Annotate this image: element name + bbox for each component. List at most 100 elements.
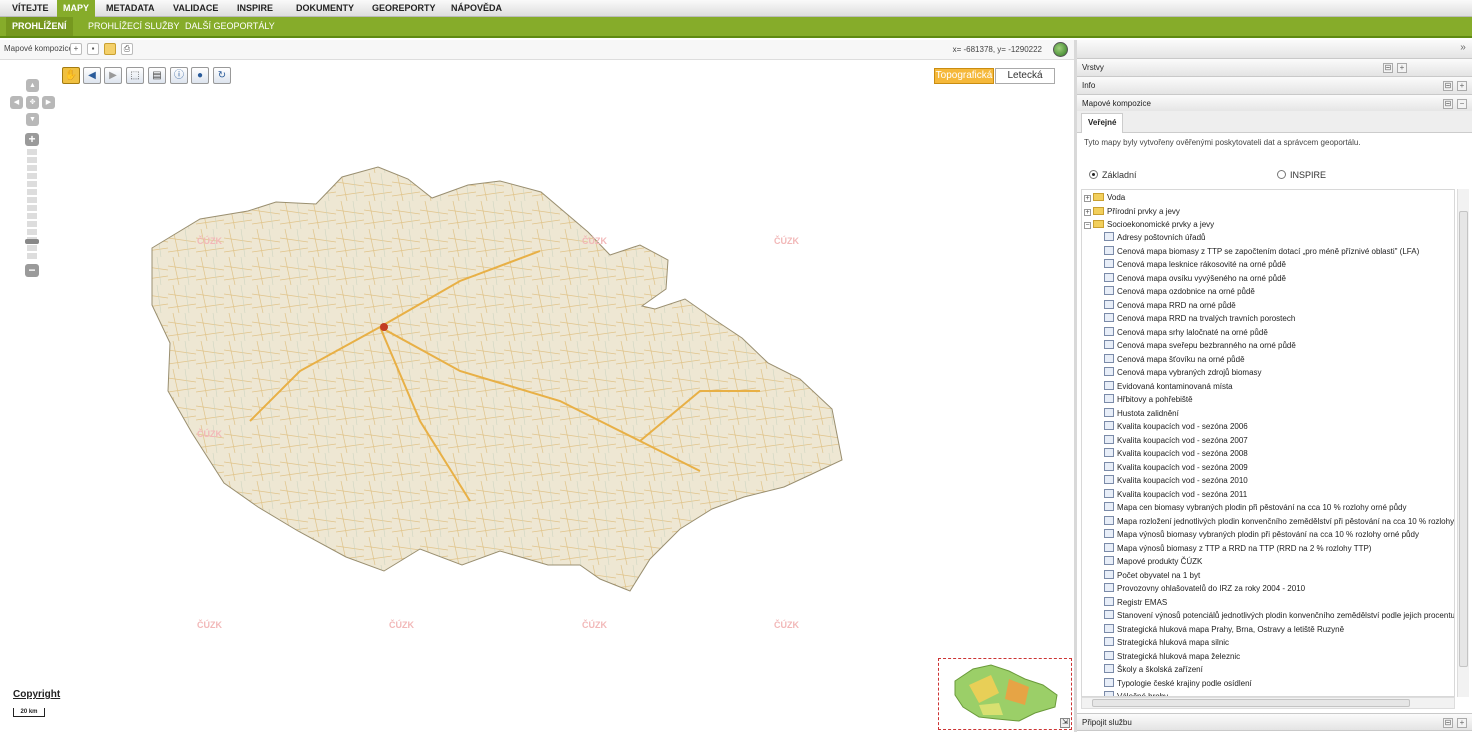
- map-composition-icon: [1104, 542, 1114, 552]
- tree-item[interactable]: Válečné hroby: [1104, 690, 1168, 696]
- tree-item[interactable]: Cenová mapa šťovíku na orné půdě: [1104, 353, 1245, 366]
- expand-icon[interactable]: +: [1397, 63, 1407, 73]
- expand-icon[interactable]: +: [1457, 718, 1467, 728]
- map-composition-icon: [1104, 340, 1114, 349]
- tree-item-label: Cenová mapa RRD na orné půdě: [1117, 300, 1236, 310]
- map-composition-icon: [1104, 596, 1114, 606]
- tree-item[interactable]: Mapa výnosů biomasy vybraných plodin při…: [1104, 528, 1419, 541]
- expand-icon[interactable]: +: [1084, 195, 1091, 202]
- resize-icon[interactable]: ⇲: [1060, 718, 1070, 728]
- collapse-icon[interactable]: −: [1457, 99, 1467, 109]
- open-folder-icon[interactable]: [104, 43, 116, 55]
- tree-item[interactable]: Mapové produkty ČÚZK: [1104, 555, 1202, 568]
- print-icon[interactable]: ⎙: [121, 43, 133, 55]
- tree-item[interactable]: Kvalita koupacích vod - sezóna 2006: [1104, 420, 1248, 433]
- subnav-prohlizeni[interactable]: PROHLÍŽENÍ: [6, 17, 73, 36]
- tab-verejne[interactable]: Veřejné: [1081, 113, 1124, 133]
- tree-item[interactable]: Cenová mapa vybraných zdrojů biomasy: [1104, 366, 1262, 379]
- tree-item[interactable]: Kvalita koupacích vod - sezóna 2011: [1104, 488, 1247, 501]
- nav-georeporty[interactable]: GEOREPORTY: [366, 0, 442, 17]
- tree-item[interactable]: Hustota zalidnění: [1104, 407, 1179, 420]
- tree-item-label: Počet obyvatel na 1 byt: [1117, 570, 1201, 580]
- radio-inspire[interactable]: INSPIRE: [1277, 170, 1326, 180]
- tree-item[interactable]: Cenová mapa RRD na orné půdě: [1104, 299, 1236, 312]
- layers-header[interactable]: Vrstvy ⊟ +: [1077, 59, 1472, 77]
- tree-item-label: Mapa výnosů biomasy z TTP a RRD na TTP (…: [1117, 543, 1372, 553]
- tree-item-label: Kvalita koupacích vod - sezóna 2006: [1117, 422, 1248, 431]
- tree-item[interactable]: Strategická hluková mapa železnic: [1104, 650, 1240, 663]
- tree-item[interactable]: Stanovení výnosů potenciálů jednotlivých…: [1104, 609, 1454, 622]
- tree-item[interactable]: Hřbitovy a pohřebiště: [1104, 393, 1193, 406]
- globe-icon[interactable]: [1053, 42, 1068, 57]
- nav-validace[interactable]: VALIDACE: [167, 0, 224, 17]
- tree-item[interactable]: Typologie české krajiny podle osídlení: [1104, 677, 1252, 690]
- overview-map[interactable]: ⇲: [938, 658, 1072, 730]
- map-composition-icon: [1104, 232, 1114, 241]
- collapse-icon[interactable]: −: [1084, 222, 1091, 229]
- nav-napoveda[interactable]: NÁPOVĚDA: [445, 0, 508, 17]
- tree-item[interactable]: Cenová mapa biomasy z TTP se započtením …: [1104, 245, 1419, 258]
- map-composition-icon: [1104, 677, 1114, 687]
- tree-item[interactable]: Cenová mapa ozdobnice na orné půdě: [1104, 285, 1255, 298]
- tree-item[interactable]: Počet obyvatel na 1 byt: [1104, 569, 1200, 582]
- map-composition-icon: [1104, 421, 1114, 430]
- tree-folder[interactable]: + Voda: [1084, 191, 1125, 204]
- tree-item[interactable]: Kvalita koupacích vod - sezóna 2009: [1104, 461, 1248, 474]
- tree-item-label: Strategická hluková mapa Prahy, Brna, Os…: [1117, 624, 1345, 634]
- tree-item[interactable]: Strategická hluková mapa Prahy, Brna, Os…: [1104, 623, 1344, 636]
- tree-item[interactable]: Provozovny ohlašovatelů do IRZ za roky 2…: [1104, 582, 1305, 595]
- nav-dokumenty[interactable]: DOKUMENTY: [290, 0, 360, 17]
- tree-item[interactable]: Mapa výnosů biomasy z TTP a RRD na TTP (…: [1104, 542, 1371, 555]
- tree-item-label: Adresy poštovních úřadů: [1117, 233, 1206, 242]
- expand-icon[interactable]: +: [1084, 208, 1091, 216]
- tree-vertical-scrollbar[interactable]: [1457, 189, 1469, 697]
- tree-folder-label: Přírodní prvky a jevy: [1107, 206, 1180, 216]
- tree-item[interactable]: Kvalita koupacích vod - sezóna 2010: [1104, 474, 1248, 487]
- composition-tree[interactable]: + Voda + Přírodní prvky a jevy − Socioekonomi…: [1081, 189, 1455, 697]
- tree-item[interactable]: Mapa cen biomasy vybraných plodin při pě…: [1104, 501, 1407, 514]
- map-composition-icon: [1104, 556, 1114, 565]
- tree-item[interactable]: Cenová mapa ovsíku vyvýšeného na orné pů…: [1104, 272, 1286, 285]
- subnav-prohlizeci-sluzby[interactable]: PROHLÍŽECÍ SLUŽBY: [88, 17, 180, 36]
- pin-icon[interactable]: ⊟: [1443, 81, 1453, 91]
- map-composition-icon: [1104, 407, 1114, 417]
- tree-item[interactable]: Adresy poštovních úřadů: [1104, 231, 1206, 244]
- map-composition-icon: [1104, 272, 1114, 282]
- connect-service-header[interactable]: Připojit službu ⊟ +: [1077, 713, 1472, 731]
- tree-item-label: Strategická hluková mapa železnic: [1117, 651, 1241, 661]
- map-canvas[interactable]: ✋ ◀ ▶ ⬚ ▤ ⓘ ● ↻ ▲ ◀ ✥ ▶ ▼ + − Topografic…: [0, 61, 1074, 732]
- tree-item[interactable]: Cenová mapa srhy laločnaté na orné půdě: [1104, 326, 1268, 339]
- map-composition-icon: [1104, 664, 1114, 673]
- nav-vitejte[interactable]: VÍTEJTE: [6, 0, 55, 17]
- pin-icon[interactable]: ⊟: [1443, 99, 1453, 109]
- tree-item[interactable]: Evidovaná kontaminovaná místa: [1104, 380, 1233, 393]
- copyright-link[interactable]: Copyright: [13, 689, 60, 700]
- expand-icon[interactable]: +: [1457, 81, 1467, 91]
- tree-horizontal-scrollbar[interactable]: [1081, 697, 1455, 709]
- nav-metadata[interactable]: METADATA: [100, 0, 161, 17]
- tree-folder[interactable]: + Přírodní prvky a jevy: [1084, 205, 1180, 218]
- tree-item[interactable]: Školy a školská zařízení: [1104, 663, 1203, 676]
- tree-item[interactable]: Mapa rozložení jednotlivých plodin konve…: [1104, 515, 1454, 528]
- collapse-panel-icon[interactable]: »: [1458, 43, 1468, 54]
- tree-folder[interactable]: − Socioekonomické prvky a jevy: [1084, 218, 1214, 231]
- tree-item[interactable]: Registr EMAS: [1104, 596, 1167, 609]
- info-header[interactable]: Info ⊟ +: [1077, 77, 1472, 95]
- tree-item[interactable]: Kvalita koupacích vod - sezóna 2008: [1104, 447, 1248, 460]
- subnav-dalsi-geoportaly[interactable]: DALŠÍ GEOPORTÁLY: [185, 17, 275, 36]
- pin-icon[interactable]: ⊟: [1443, 718, 1453, 728]
- nav-mapy[interactable]: MAPY: [57, 0, 96, 17]
- save-icon[interactable]: ▪: [87, 43, 99, 55]
- tree-item[interactable]: Strategická hluková mapa silnic: [1104, 636, 1229, 649]
- new-composition-icon[interactable]: +: [70, 43, 82, 55]
- radio-zakladni[interactable]: Základní: [1089, 170, 1137, 180]
- pin-icon[interactable]: ⊟: [1383, 63, 1393, 73]
- tree-item[interactable]: Kvalita koupacích vod - sezóna 2007: [1104, 434, 1248, 447]
- tree-item-label: Cenová mapa RRD na trvalých travních por…: [1117, 314, 1296, 323]
- tree-item[interactable]: Cenová mapa lesknice rákosovité na orné …: [1104, 258, 1286, 271]
- tree-item[interactable]: Cenová mapa sveřepu bezbranného na orné …: [1104, 339, 1296, 352]
- nav-inspire[interactable]: INSPIRE: [231, 0, 279, 17]
- tree-item[interactable]: Cenová mapa RRD na trvalých travních por…: [1104, 312, 1295, 325]
- map-composition-icon: [1104, 286, 1114, 295]
- watermark: ČÚZK: [774, 236, 799, 246]
